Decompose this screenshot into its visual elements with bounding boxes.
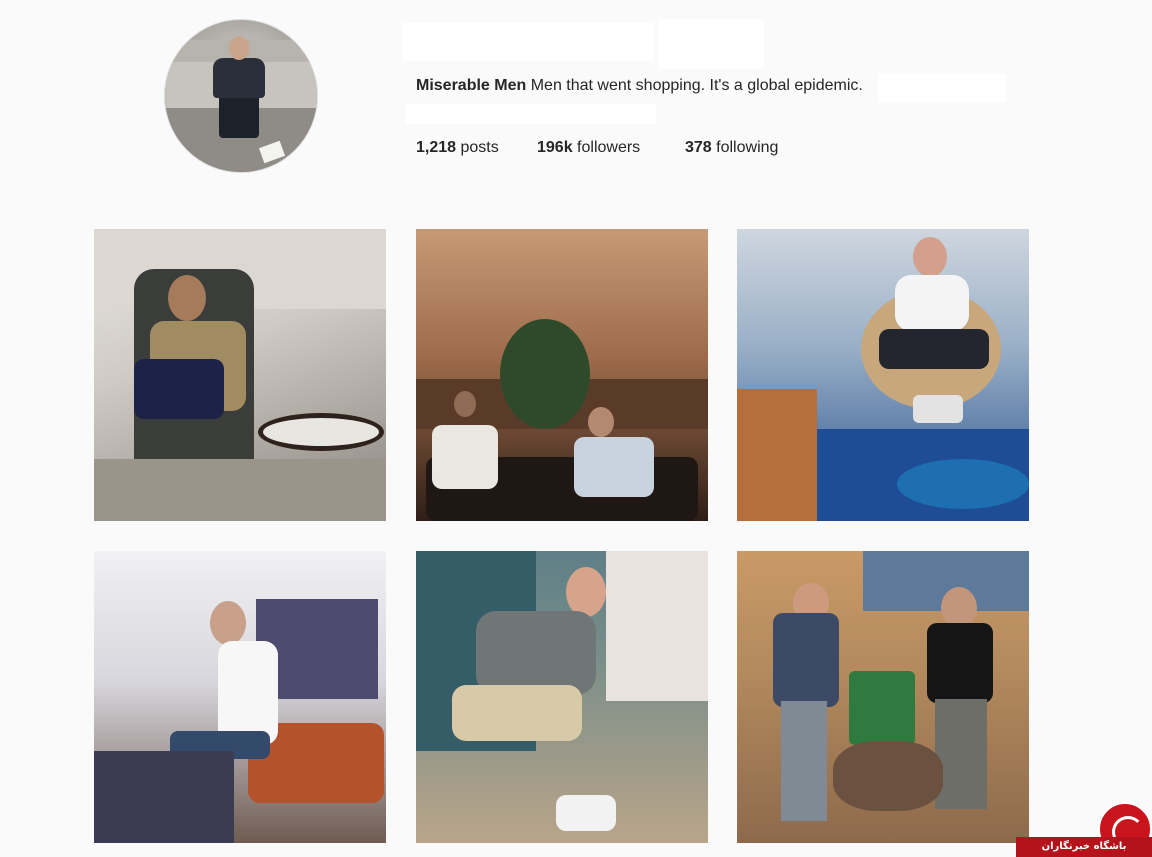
man-right-shirt <box>927 623 993 703</box>
man-shirt <box>218 641 278 745</box>
wooden-bench <box>737 389 817 521</box>
man-shoes <box>556 795 616 831</box>
redacted-follow-button-block <box>658 19 764 69</box>
posts-count: 1,218 <box>416 139 457 156</box>
post-thumbnail[interactable] <box>737 229 1029 521</box>
following-count: 378 <box>685 139 712 156</box>
man-left-shirt <box>773 613 839 707</box>
avatar-man-body <box>213 58 265 98</box>
following-label: following <box>716 139 779 156</box>
posts-label: posts <box>460 139 499 156</box>
clothing-pile <box>94 751 234 843</box>
man-head <box>913 237 947 277</box>
profile-bio: Miserable Men Men that went shopping. It… <box>416 76 863 96</box>
plant <box>500 319 590 429</box>
man-shorts <box>879 329 989 369</box>
post-thumbnail[interactable] <box>737 551 1029 843</box>
profile-avatar[interactable] <box>164 19 318 173</box>
man-left-shirt <box>432 425 498 489</box>
man-head <box>566 567 606 617</box>
man-shoes <box>913 395 963 423</box>
man-right-head <box>588 407 614 437</box>
watermark-text: باشگاه خبرنگاران <box>1016 837 1152 857</box>
bag <box>134 359 224 419</box>
man-right-shirt <box>574 437 654 497</box>
stat-posts: 1,218 posts <box>416 138 499 158</box>
hanging-clothes <box>606 551 708 701</box>
floor <box>94 459 386 521</box>
man-left-head <box>454 391 476 417</box>
avatar-man-head <box>229 36 249 60</box>
man-head <box>210 601 246 645</box>
post-thumbnail[interactable] <box>94 551 386 843</box>
redacted-link-block <box>406 104 656 124</box>
post-thumbnail[interactable] <box>416 551 708 843</box>
rug-pattern <box>897 459 1029 509</box>
man-head <box>168 275 206 321</box>
followers-count: 196k <box>537 139 573 156</box>
man-shorts <box>452 685 582 741</box>
man-left-jeans <box>781 701 827 821</box>
post-thumbnail[interactable] <box>416 229 708 521</box>
redacted-bio-block <box>878 74 1006 102</box>
followers-label: followers <box>577 139 641 156</box>
instagram-profile-page: Miserable Men Men that went shopping. It… <box>0 0 1152 857</box>
man-shirt <box>476 611 596 695</box>
man-shirt <box>895 275 969 331</box>
shopping-bag <box>849 671 915 745</box>
redacted-username-block <box>402 23 654 61</box>
stat-following[interactable]: 378 following <box>685 138 778 158</box>
stat-followers[interactable]: 196k followers <box>537 138 640 158</box>
rock <box>833 741 943 811</box>
man-right-jeans <box>935 699 987 809</box>
profile-bio-text: Men that went shopping. It's a global ep… <box>530 77 863 94</box>
avatar-man-legs <box>219 94 259 138</box>
side-table <box>258 413 384 451</box>
profile-name: Miserable Men <box>416 77 527 94</box>
post-thumbnail[interactable] <box>94 229 386 521</box>
